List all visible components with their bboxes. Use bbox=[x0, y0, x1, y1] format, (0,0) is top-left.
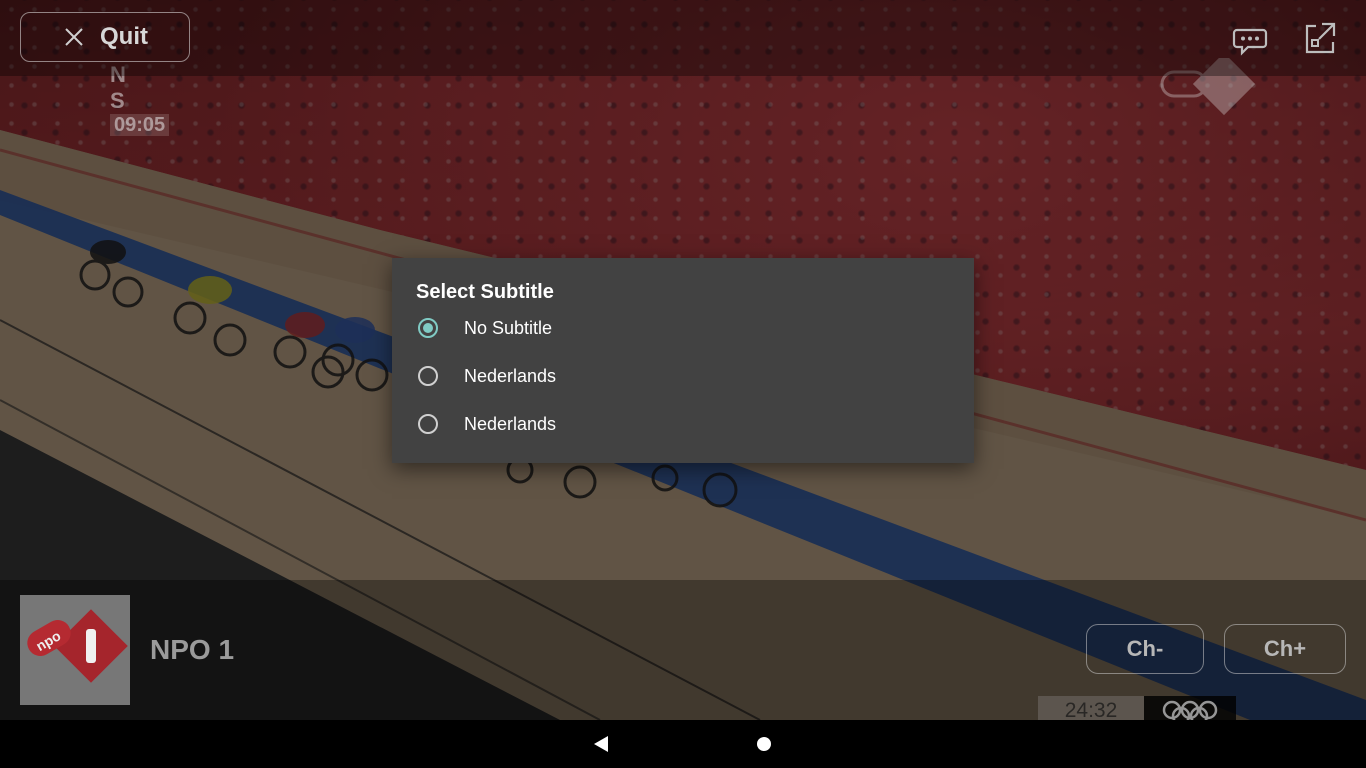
option-label: Nederlands bbox=[464, 365, 557, 386]
radio-button[interactable] bbox=[418, 414, 438, 434]
subtitle-option-nederlands-1[interactable]: Nederlands bbox=[392, 352, 974, 400]
quit-label: Quit bbox=[100, 23, 148, 50]
channel-down-button[interactable]: Ch- bbox=[1086, 624, 1204, 674]
radio-button[interactable] bbox=[418, 366, 438, 386]
option-label: Nederlands bbox=[464, 413, 557, 434]
option-label: No Subtitle bbox=[464, 317, 553, 338]
subtitle-option-nederlands-2[interactable]: Nederlands bbox=[392, 400, 974, 448]
quit-button[interactable]: Quit bbox=[20, 12, 190, 62]
broadcast-time: 09:05 bbox=[110, 114, 170, 136]
system-navigation-bar bbox=[0, 720, 1366, 768]
select-subtitle-dialog: Select Subtitle No Subtitle Nederlands N… bbox=[392, 258, 974, 463]
dialog-title: Select Subtitle bbox=[416, 281, 554, 303]
home-circle-icon[interactable] bbox=[755, 735, 773, 753]
back-triangle-icon[interactable] bbox=[592, 734, 610, 754]
channel-up-button[interactable]: Ch+ bbox=[1224, 624, 1346, 674]
npo-1-logo: npo bbox=[20, 595, 130, 705]
radio-button-checked[interactable] bbox=[418, 318, 438, 338]
chat-bubble-icon[interactable] bbox=[1232, 22, 1268, 58]
close-icon bbox=[65, 28, 83, 46]
subtitle-option-no-subtitle[interactable]: No Subtitle bbox=[392, 304, 974, 352]
channel-name: NPO 1 bbox=[150, 634, 235, 665]
expand-icon[interactable] bbox=[1302, 20, 1338, 56]
player-top-bar: Quit bbox=[0, 0, 1366, 76]
